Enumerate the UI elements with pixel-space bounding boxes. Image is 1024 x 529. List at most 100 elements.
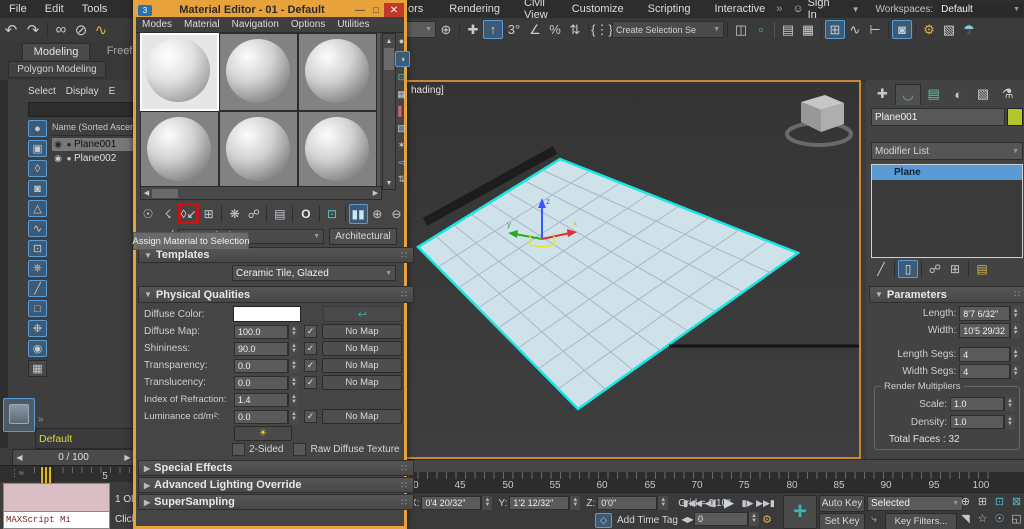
object-color-swatch[interactable]: [1007, 108, 1023, 126]
tab-motion-icon[interactable]: ◐: [946, 87, 971, 102]
layer-chevron[interactable]: »: [38, 414, 44, 425]
luminance-picker-button[interactable]: ☀: [234, 426, 292, 441]
render-setup-icon[interactable]: ⚙: [919, 22, 939, 38]
scene-explorer-icon[interactable]: ▦: [798, 22, 818, 38]
make-unique-icon[interactable]: ☍: [925, 262, 945, 276]
modifier-list-dropdown[interactable]: Modifier List ▼: [871, 142, 1023, 160]
auto-key-button[interactable]: Auto Key: [819, 495, 865, 512]
color-reset-button[interactable]: ↩: [322, 306, 402, 322]
backlight-icon[interactable]: ◑: [395, 51, 410, 67]
sample-slot-selected[interactable]: [140, 33, 219, 111]
menu-interactive[interactable]: Interactive: [705, 3, 774, 15]
trackbar-key-handle[interactable]: [40, 466, 54, 484]
go-to-end-icon[interactable]: ▶▶▮: [756, 498, 775, 509]
shininess-checkbox[interactable]: ✓: [304, 342, 317, 355]
special-effects-rollout[interactable]: ▶ Special Effects ∷: [138, 460, 414, 476]
scroll-down-icon[interactable]: ▼: [383, 178, 395, 189]
viewcube[interactable]: [785, 95, 853, 147]
tab-hierarchy-icon[interactable]: ▤: [921, 86, 946, 102]
z-spinner[interactable]: ▲ ▼: [657, 496, 669, 510]
material-editor-titlebar[interactable]: 3 Material Editor - 01 - Default — □ ✕: [136, 3, 404, 17]
length-segs-field[interactable]: 4: [959, 347, 1011, 362]
me-menu-options[interactable]: Options: [285, 19, 331, 30]
schematic-view-icon[interactable]: ⊢: [865, 22, 885, 38]
sign-in-dropdown-arrow[interactable]: ▼: [852, 5, 860, 14]
modifier-stack[interactable]: Plane: [871, 164, 1023, 258]
current-frame-field[interactable]: 0: [694, 512, 748, 526]
sample-slot[interactable]: [298, 111, 377, 189]
translucency-spinner[interactable]: ▲ ▼: [288, 375, 299, 390]
shininess-field[interactable]: 90.0: [234, 341, 288, 356]
me-menu-navigation[interactable]: Navigation: [226, 19, 285, 30]
transparency-spinner[interactable]: ▲ ▼: [288, 358, 299, 373]
filter-all-icon[interactable]: ●: [28, 120, 47, 137]
x-coordinate-field[interactable]: 0'4 20/32": [421, 496, 482, 510]
sample-background-icon[interactable]: ⊡: [395, 70, 408, 84]
menu-scripting[interactable]: Scripting: [639, 3, 700, 15]
slots-vertical-scrollbar[interactable]: ▲ ▼: [382, 33, 396, 190]
zoom-all-icon[interactable]: ⊞: [975, 494, 990, 509]
pan-walk-icon[interactable]: ☆: [975, 511, 990, 526]
selection-filter-dropdown[interactable]: ▼: [404, 21, 436, 38]
video-color-check-icon[interactable]: ▌: [395, 104, 408, 118]
stack-item-plane[interactable]: Plane: [872, 165, 1022, 180]
set-key-button[interactable]: Set Key: [819, 513, 865, 529]
layer-manager-icon[interactable]: ▤: [778, 22, 798, 38]
standard-map-icon[interactable]: O: [296, 207, 315, 221]
orbit-icon[interactable]: ☉: [992, 511, 1007, 526]
diffuse-map-checkbox[interactable]: ✓: [304, 325, 317, 338]
filter-group-icon[interactable]: ⊡: [28, 240, 47, 257]
diffuse-color-swatch[interactable]: [233, 306, 301, 322]
get-material-icon[interactable]: ☉: [138, 207, 158, 221]
shininess-spinner[interactable]: ▲ ▼: [288, 341, 299, 356]
menu-tools[interactable]: Tools: [73, 3, 117, 15]
supersampling-rollout[interactable]: ▶ SuperSampling ∷: [138, 494, 414, 510]
zoom-extents-all-icon[interactable]: ⊠: [1009, 494, 1024, 509]
me-menu-material[interactable]: Material: [178, 19, 226, 30]
show-end-result-me-icon[interactable]: ▮▮: [348, 203, 368, 224]
maximize-icon[interactable]: □: [368, 5, 384, 15]
play-icon[interactable]: ▶: [719, 495, 739, 511]
filter-light-icon[interactable]: ◊: [28, 160, 47, 177]
time-slider-left[interactable]: ◀ 0 / 100 ▶: [12, 449, 135, 466]
ribbon-panel-polygon-modeling[interactable]: Polygon Modeling: [8, 61, 106, 78]
mirror-icon[interactable]: ◫: [731, 22, 751, 38]
translucency-field[interactable]: 0.0: [234, 375, 288, 390]
explorer-search-input[interactable]: [28, 102, 133, 117]
menu-modifiers-partial[interactable]: ors: [404, 3, 432, 15]
select-object-icon[interactable]: ↑: [483, 20, 503, 39]
luminance-spinner[interactable]: ▲ ▼: [288, 409, 299, 424]
scroll-thumb[interactable]: [384, 48, 394, 70]
make-unique-material-icon[interactable]: ❋: [225, 207, 244, 221]
trackbar-mode-icon[interactable]: ⋮≈: [10, 468, 24, 479]
show-background-icon[interactable]: ⊡: [322, 207, 341, 221]
sample-slot[interactable]: [219, 111, 298, 189]
sample-slot[interactable]: [219, 33, 298, 111]
length-segs-spinner[interactable]: ▲ ▼: [1010, 347, 1020, 362]
select-and-move-icon[interactable]: ✚: [463, 22, 483, 38]
material-editor-icon[interactable]: ◙: [892, 20, 912, 39]
named-selection-sets-icon[interactable]: {⋮}: [591, 22, 613, 38]
workspaces-dropdown[interactable]: Default ▼: [937, 1, 1024, 17]
menu-customize[interactable]: Customize: [563, 3, 633, 15]
scale-spinner[interactable]: ▲ ▼: [1004, 397, 1015, 411]
y-spinner[interactable]: ▲ ▼: [569, 496, 581, 510]
table-row[interactable]: ◉ ● Plane001: [52, 138, 133, 151]
transparency-checkbox[interactable]: ✓: [304, 359, 317, 372]
sample-slot[interactable]: [140, 111, 219, 189]
explorer-menu-display[interactable]: Display: [66, 86, 99, 97]
luminance-field[interactable]: 0.0: [234, 409, 288, 424]
x-spinner[interactable]: ▲ ▼: [481, 496, 493, 510]
filter-spacewarp-icon[interactable]: ∿: [28, 220, 47, 237]
next-frame-icon[interactable]: ▮▶: [739, 498, 756, 509]
zoom-region-icon[interactable]: ◥: [958, 511, 973, 526]
maxscript-mini-listener[interactable]: [3, 483, 110, 513]
render-production-icon[interactable]: ☂: [959, 22, 979, 38]
filter-bone-icon[interactable]: ╱: [28, 280, 47, 297]
show-end-result-icon[interactable]: ▯: [898, 260, 918, 278]
width-segs-spinner[interactable]: ▲ ▼: [1010, 364, 1020, 379]
menu-edit[interactable]: Edit: [36, 3, 73, 15]
explorer-menu-select[interactable]: Select: [28, 86, 56, 97]
filter-camera-icon[interactable]: ◙: [28, 180, 47, 197]
key-filters-button[interactable]: Key Filters...: [885, 513, 957, 529]
